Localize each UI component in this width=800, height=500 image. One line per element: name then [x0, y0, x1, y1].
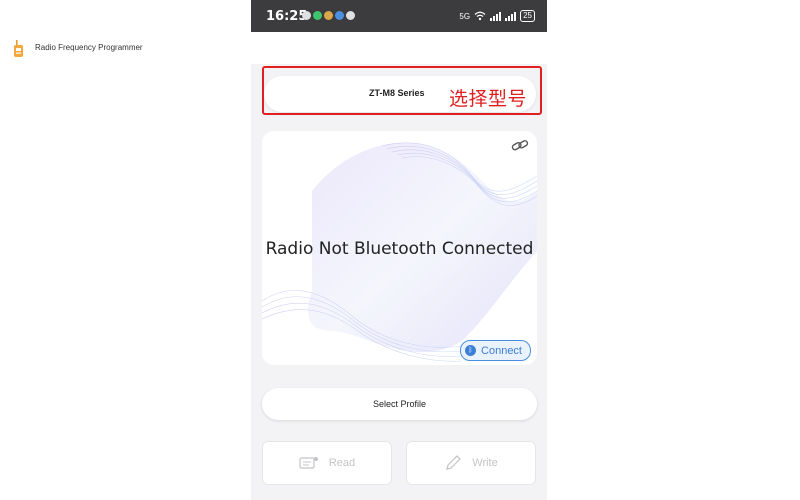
- walkie-talkie-icon: [14, 40, 23, 57]
- connect-label: Connect: [481, 344, 522, 357]
- status-icons: 5G 25: [459, 9, 535, 23]
- write-label: Write: [472, 457, 498, 469]
- message-icon: [335, 11, 344, 20]
- app-title: Radio Frequency Programmer: [35, 43, 143, 52]
- signal-icon: [505, 11, 517, 21]
- app-icon: [346, 11, 355, 20]
- connect-button[interactable]: ᛒ Connect: [460, 340, 531, 361]
- wifi-icon: [474, 11, 486, 21]
- app-bar: [251, 32, 547, 64]
- bluetooth-icon: ᛒ: [465, 345, 477, 356]
- radio-status-card: Radio Not Bluetooth Connected ᛒ Connect: [262, 131, 537, 365]
- connection-status: Radio Not Bluetooth Connected: [265, 239, 534, 259]
- annotation-label: 选择型号: [449, 88, 528, 110]
- read-button[interactable]: Read: [262, 441, 392, 485]
- chat-icon: [302, 11, 311, 20]
- signal-icon: [490, 11, 502, 21]
- read-icon: [299, 457, 318, 469]
- write-icon: [446, 455, 462, 470]
- status-bar: 16:25 5G 25: [251, 0, 547, 32]
- battery-icon: 25: [520, 10, 535, 22]
- network-type: 5G: [459, 11, 471, 21]
- select-profile-button[interactable]: Select Profile: [262, 388, 537, 420]
- write-button[interactable]: Write: [406, 441, 536, 485]
- wechat-icon: [313, 11, 322, 20]
- read-label: Read: [328, 457, 356, 469]
- link-icon[interactable]: [511, 139, 529, 153]
- app-icon: [324, 11, 333, 20]
